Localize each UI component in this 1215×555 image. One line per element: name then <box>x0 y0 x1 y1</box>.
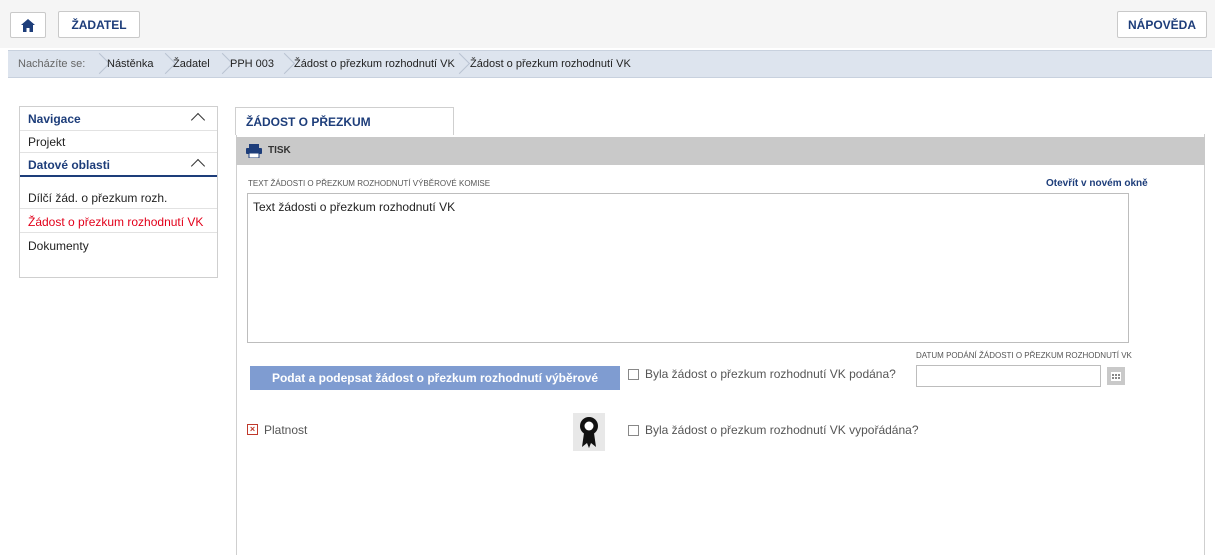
request-text-label: TEXT ŽÁDOSTI O PŘEZKUM ROZHODNUTÍ VÝBĚRO… <box>248 179 491 188</box>
validity-invalid-icon: × <box>247 424 258 435</box>
print-button[interactable]: TISK <box>268 137 291 165</box>
breadcrumb-item-nastenka[interactable]: Nástěnka <box>107 51 153 77</box>
help-button[interactable]: NÁPOVĚDA <box>1117 11 1207 38</box>
resolved-checkbox-label: Byla žádost o přezkum rozhodnutí VK vypo… <box>645 423 919 437</box>
chevron-up-icon <box>190 112 206 128</box>
breadcrumb-separator <box>283 53 293 75</box>
home-icon <box>21 18 35 32</box>
sidebar-data-areas-header[interactable]: Datové oblasti <box>20 153 217 177</box>
submission-date-input[interactable] <box>916 365 1101 387</box>
sidebar-navigation-header[interactable]: Navigace <box>20 107 217 131</box>
breadcrumb: Nacházíte se: Nástěnka Žadatel PPH 003 Ž… <box>8 50 1212 78</box>
zadatel-button[interactable]: ŽADATEL <box>58 11 140 38</box>
certificate-badge-icon <box>573 413 605 451</box>
toolbar: TISK <box>236 137 1205 165</box>
breadcrumb-item-project[interactable]: PPH 003 <box>230 51 274 77</box>
breadcrumb-item-zadatel[interactable]: Žadatel <box>173 51 210 77</box>
sidebar-item-review-request[interactable]: Žádost o přezkum rozhodnutí VK <box>20 210 217 233</box>
submit-and-sign-button[interactable]: Podat a podepsat žádost o přezkum rozhod… <box>250 366 620 409</box>
submitted-checkbox-label: Byla žádost o přezkum rozhodnutí VK podá… <box>645 367 896 381</box>
printer-icon[interactable] <box>246 144 262 158</box>
breadcrumb-prefix: Nacházíte se: <box>18 58 86 70</box>
open-in-new-window-link[interactable]: Otevřít v novém okně <box>1046 178 1148 189</box>
sidebar-data-areas-title: Datové oblasti <box>28 158 111 172</box>
tab-review-request[interactable]: ŽÁDOST O PŘEZKUM ROZHODNUTÍ VK <box>235 107 454 157</box>
sidebar-item-documents[interactable]: Dokumenty <box>20 234 217 258</box>
request-text-field[interactable]: Text žádosti o přezkum rozhodnutí VK <box>247 193 1129 343</box>
calendar-button[interactable] <box>1107 367 1125 385</box>
breadcrumb-item-request-group[interactable]: Žádost o přezkum rozhodnutí VK <box>294 51 455 77</box>
sidebar-navigation-title: Navigace <box>28 112 81 126</box>
submitted-checkbox[interactable] <box>628 369 639 380</box>
navigation-sidebar: Navigace Projekt Datové oblasti Dílčí žá… <box>19 106 218 278</box>
sidebar-item-projekt[interactable]: Projekt <box>20 131 217 153</box>
sidebar-item-partial-request[interactable]: Dílčí žád. o přezkum rozh. <box>20 186 217 209</box>
validity-label: Platnost <box>264 423 308 437</box>
calendar-icon <box>1111 371 1121 381</box>
home-button[interactable] <box>10 12 46 38</box>
breadcrumb-item-current: Žádost o přezkum rozhodnutí VK <box>470 58 631 70</box>
breadcrumb-separator <box>458 53 468 75</box>
submission-date-label: DATUM PODÁNÍ ŽÁDOSTI O PŘEZKUM ROZHODNUT… <box>916 351 1132 360</box>
chevron-up-icon <box>190 158 206 174</box>
top-bar: ŽADATEL NÁPOVĚDA <box>0 0 1215 48</box>
resolved-checkbox[interactable] <box>628 425 639 436</box>
